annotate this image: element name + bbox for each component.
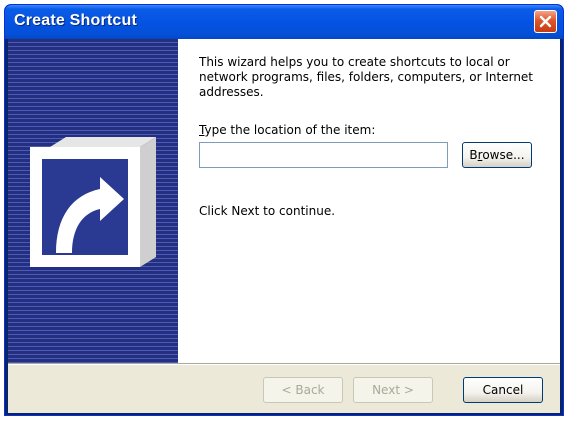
- window-title: Create Shortcut: [14, 12, 138, 29]
- footer-separator: [8, 363, 560, 365]
- back-button[interactable]: < Back: [263, 377, 343, 403]
- wizard-banner: [8, 39, 178, 363]
- location-input[interactable]: [199, 142, 448, 168]
- close-button[interactable]: [534, 10, 557, 33]
- create-shortcut-window: Create Shortcut This wizard helps you to…: [4, 4, 564, 416]
- shortcut-arrow-icon: [30, 137, 156, 267]
- next-button[interactable]: Next >: [353, 377, 433, 403]
- browse-label-pre: B: [469, 148, 478, 162]
- browse-button[interactable]: Browse...: [462, 142, 532, 168]
- location-label-text: ype the location of the item:: [204, 123, 376, 137]
- wizard-content: This wizard helps you to create shortcut…: [178, 39, 560, 363]
- location-label: Type the location of the item:: [199, 123, 375, 137]
- close-icon: [539, 15, 552, 28]
- dialog-body: This wizard helps you to create shortcut…: [8, 39, 560, 413]
- cancel-button[interactable]: Cancel: [463, 377, 543, 403]
- title-bar[interactable]: Create Shortcut: [5, 5, 563, 39]
- browse-label-post: owse...: [482, 148, 525, 162]
- next-instruction: Click Next to continue.: [199, 204, 336, 218]
- intro-text: This wizard helps you to create shortcut…: [199, 55, 534, 99]
